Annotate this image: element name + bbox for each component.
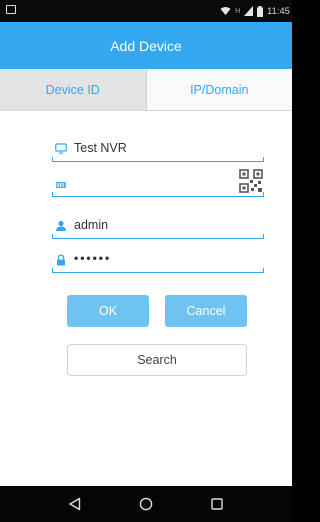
tab-ip-domain[interactable]: IP/Domain xyxy=(146,69,292,110)
cancel-button-label: Cancel xyxy=(186,304,226,318)
notification-icon xyxy=(6,5,16,14)
status-time: 11:45 xyxy=(267,6,290,16)
navigation-bar xyxy=(0,486,292,522)
ok-button-label: OK xyxy=(98,304,118,318)
tab-device-id[interactable]: Device ID xyxy=(0,69,147,110)
password-field[interactable]: •••••• xyxy=(52,251,264,273)
user-icon xyxy=(56,220,66,231)
device-id-field[interactable] xyxy=(52,169,264,197)
username-field[interactable]: admin xyxy=(52,217,264,239)
ok-button[interactable]: OK xyxy=(67,295,149,327)
home-icon[interactable] xyxy=(139,497,153,511)
lock-icon xyxy=(57,254,65,266)
page-title: Add Device xyxy=(110,37,182,54)
add-device-screen: H 11:45 Add Device Device ID IP/Domain T… xyxy=(0,0,292,522)
wifi-icon xyxy=(220,7,231,15)
signal-icon xyxy=(244,6,254,16)
qr-code-icon[interactable] xyxy=(239,169,263,193)
tab-bar: Device ID IP/Domain xyxy=(0,69,292,111)
status-bar: H 11:45 xyxy=(0,0,292,22)
monitor-icon xyxy=(55,143,67,154)
status-icons: H 11:45 xyxy=(220,4,290,18)
password-value: •••••• xyxy=(74,251,112,265)
signal-strength-h: H xyxy=(235,7,241,15)
cancel-button[interactable]: Cancel xyxy=(165,295,247,327)
tab-device-id-label: Device ID xyxy=(45,82,100,97)
battery-icon xyxy=(257,5,264,17)
tab-ip-domain-label: IP/Domain xyxy=(190,82,249,97)
back-icon[interactable] xyxy=(68,497,82,511)
recents-icon[interactable] xyxy=(210,497,224,511)
form-content: Test NVR admin •••••• OK Cancel Search xyxy=(0,111,292,486)
search-button-label: Search xyxy=(137,353,177,367)
device-name-value: Test NVR xyxy=(74,141,127,155)
search-button[interactable]: Search xyxy=(67,344,247,376)
device-name-field[interactable]: Test NVR xyxy=(52,140,264,162)
title-bar: Add Device xyxy=(0,22,292,69)
barcode-icon xyxy=(56,182,66,188)
username-value: admin xyxy=(74,218,109,232)
